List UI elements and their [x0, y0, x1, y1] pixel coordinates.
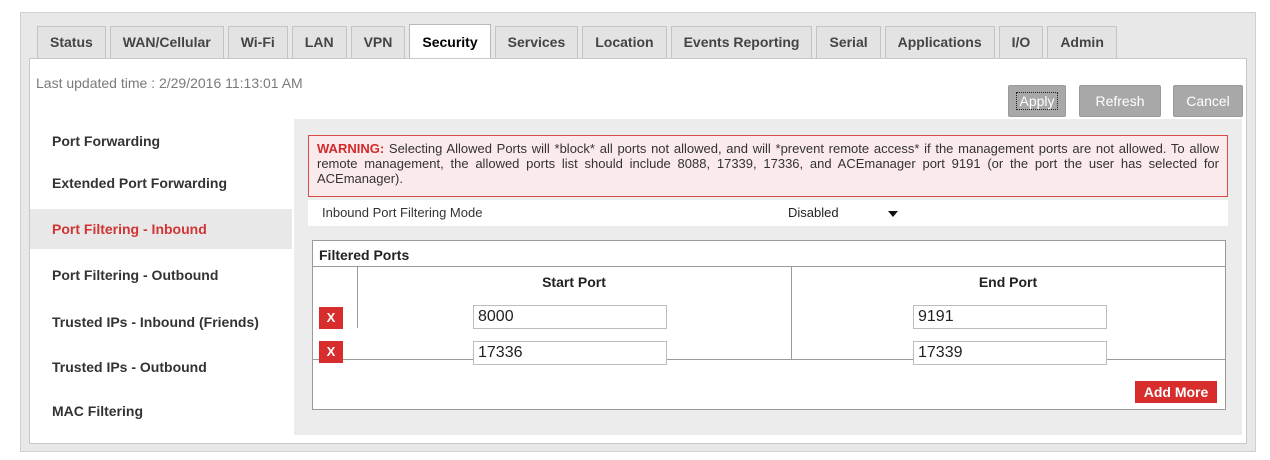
- end-port-header: End Port: [978, 274, 1038, 290]
- sidebar-item-extended-port-forwarding[interactable]: Extended Port Forwarding: [30, 163, 292, 203]
- start-port-input[interactable]: [473, 305, 667, 329]
- filtering-mode-select[interactable]: Disabled: [784, 203, 904, 223]
- sidebar-item-trusted-ips-inbound[interactable]: Trusted IPs - Inbound (Friends): [30, 302, 292, 342]
- filtered-ports-table: Filtered Ports Start Port End Port X X: [312, 240, 1226, 410]
- sidebar-item-port-filtering-inbound[interactable]: Port Filtering - Inbound: [30, 209, 292, 249]
- delete-row-button[interactable]: X: [319, 307, 343, 329]
- warning-prefix: WARNING:: [317, 141, 385, 156]
- tab-serial[interactable]: Serial: [816, 26, 881, 58]
- sidebar-item-port-forwarding[interactable]: Port Forwarding: [30, 121, 292, 161]
- security-sidebar: Port Forwarding Extended Port Forwarding…: [30, 121, 292, 443]
- tab-admin[interactable]: Admin: [1047, 26, 1117, 58]
- filtered-ports-title: Filtered Ports: [319, 247, 410, 263]
- warning-text: Selecting Allowed Ports will *block* all…: [317, 141, 1219, 186]
- sidebar-item-port-filtering-outbound[interactable]: Port Filtering - Outbound: [30, 255, 292, 295]
- table-divider: [313, 266, 1225, 267]
- tab-vpn[interactable]: VPN: [350, 26, 406, 58]
- apply-label: Apply: [1016, 92, 1058, 110]
- filtering-mode-row: Inbound Port Filtering Mode Disabled: [308, 200, 1228, 226]
- tab-wi-fi[interactable]: Wi-Fi: [227, 26, 288, 58]
- sidebar-item-mac-filtering[interactable]: MAC Filtering: [30, 391, 292, 431]
- start-port-input[interactable]: [473, 341, 667, 365]
- tab-security[interactable]: Security: [409, 24, 491, 58]
- apply-button[interactable]: Apply: [1008, 85, 1066, 117]
- filtering-mode-value: Disabled: [788, 205, 839, 220]
- end-port-input[interactable]: [913, 341, 1107, 365]
- content-panel: Last updated time : 2/29/2016 11:13:01 A…: [29, 58, 1247, 444]
- warning-message: WARNING: Selecting Allowed Ports will *b…: [308, 135, 1228, 197]
- port-filtering-main: WARNING: Selecting Allowed Ports will *b…: [294, 119, 1242, 435]
- last-updated-text: Last updated time : 2/29/2016 11:13:01 A…: [36, 75, 303, 91]
- app-frame: Status WAN/Cellular Wi-Fi LAN VPN Securi…: [20, 12, 1256, 452]
- add-more-button[interactable]: Add More: [1135, 381, 1217, 403]
- tab-location[interactable]: Location: [582, 26, 667, 58]
- tab-services[interactable]: Services: [494, 26, 579, 58]
- cancel-button[interactable]: Cancel: [1173, 85, 1243, 117]
- refresh-button[interactable]: Refresh: [1079, 85, 1161, 117]
- delete-row-button[interactable]: X: [319, 341, 343, 363]
- tab-status[interactable]: Status: [37, 26, 106, 58]
- sidebar-item-trusted-ips-outbound[interactable]: Trusted IPs - Outbound: [30, 347, 292, 387]
- main-tabs: Status WAN/Cellular Wi-Fi LAN VPN Securi…: [37, 24, 1117, 58]
- start-port-header: Start Port: [542, 274, 606, 290]
- tab-wan-cellular[interactable]: WAN/Cellular: [109, 26, 224, 58]
- filtering-mode-label: Inbound Port Filtering Mode: [322, 205, 483, 220]
- tab-applications[interactable]: Applications: [884, 26, 995, 58]
- end-port-input[interactable]: [913, 305, 1107, 329]
- tab-io[interactable]: I/O: [998, 26, 1044, 58]
- tab-events-reporting[interactable]: Events Reporting: [670, 26, 813, 58]
- tab-lan[interactable]: LAN: [291, 26, 347, 58]
- chevron-down-icon: [888, 211, 898, 217]
